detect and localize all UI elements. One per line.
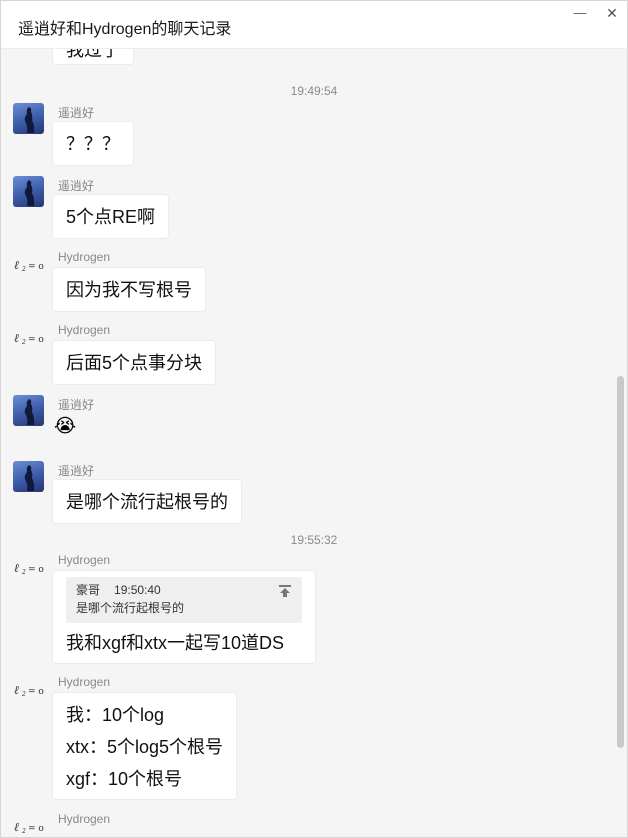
- avatar-formula-text: ℓ: [14, 561, 19, 575]
- message-line: xgf：10个根号: [66, 769, 183, 789]
- svg-text:= o: = o: [28, 262, 44, 272]
- message-list[interactable]: 我过了 19:49:54 遥逍好 ？？？ 遥逍好 5个点RE啊 ℓ 2 = o …: [1, 49, 627, 837]
- avatar-formula-text: ℓ: [14, 683, 19, 697]
- avatar-silhouette-icon[interactable]: [13, 461, 44, 492]
- avatar-formula-text: ℓ: [14, 820, 19, 834]
- minimize-icon[interactable]: —: [573, 6, 587, 20]
- message-bubble: 因为我不写根号: [52, 267, 206, 312]
- svg-text:2: 2: [21, 691, 26, 698]
- message-bubble: 5个点RE啊: [52, 194, 170, 239]
- avatar-silhouette-icon[interactable]: [13, 176, 44, 207]
- quoted-message[interactable]: 豪哥 19:50:40 是哪个流行起根号的: [66, 577, 302, 623]
- scrollbar-thumb[interactable]: [617, 376, 624, 748]
- message-text: ？？？: [66, 134, 120, 154]
- quote-time: 19:50:40: [114, 583, 161, 597]
- chat-history-window: 遥逍好和Hydrogen的聊天记录 — ✕ 我过了 19:49:54 遥逍好 ？…: [0, 0, 628, 838]
- avatar-formula-icon[interactable]: ℓ 2 = o: [13, 327, 44, 358]
- message-text: 是哪个流行起根号的: [66, 492, 228, 512]
- avatar-formula-icon[interactable]: ℓ 2 = o: [13, 679, 44, 710]
- svg-text:= o: = o: [28, 824, 44, 834]
- window-title: 遥逍好和Hydrogen的聊天记录: [18, 21, 232, 38]
- sender-name: Hydrogen: [58, 323, 111, 337]
- avatar-silhouette-icon[interactable]: [13, 395, 44, 426]
- message-text: 因为我不写根号: [66, 280, 192, 300]
- message-text: 5个点RE啊: [66, 207, 156, 227]
- sender-name: 遥逍好: [58, 106, 95, 120]
- timestamp-divider: 19:49:54: [290, 84, 338, 98]
- svg-text:= o: = o: [28, 335, 44, 345]
- sender-name: Hydrogen: [58, 250, 111, 264]
- message-text: 我和xgf和xtx一起写10道DS: [66, 633, 285, 653]
- avatar-formula-text: ℓ: [14, 258, 19, 272]
- message-line: 我：10个log: [66, 705, 165, 725]
- message-text: 我过了: [66, 49, 120, 60]
- message-bubble: 我：10个log xtx：5个log5个根号 xgf：10个根号: [52, 692, 238, 800]
- message-line: xtx：5个log5个根号: [66, 737, 224, 757]
- sender-name: Hydrogen: [58, 675, 111, 689]
- title-bar: 遥逍好和Hydrogen的聊天记录 — ✕: [1, 1, 627, 49]
- message-bubble: 后面5个点事分块: [52, 340, 217, 385]
- jump-to-top-icon[interactable]: [278, 582, 292, 597]
- svg-text:2: 2: [21, 266, 26, 273]
- emoji-crying-icon: 😭: [54, 416, 77, 437]
- timestamp-divider: 19:55:32: [290, 533, 338, 547]
- message-bubble: ？？？: [52, 121, 134, 166]
- quote-text: 是哪个流行起根号的: [76, 601, 185, 615]
- sender-name: Hydrogen: [58, 553, 111, 567]
- avatar-formula-text: ℓ: [14, 331, 19, 345]
- svg-text:2: 2: [21, 828, 26, 835]
- avatar-silhouette-icon[interactable]: [13, 103, 44, 134]
- svg-text:2: 2: [21, 339, 26, 346]
- quote-header: 豪哥 19:50:40: [76, 581, 292, 599]
- sender-name: Hydrogen: [58, 812, 111, 826]
- sender-name: 遥逍好: [58, 464, 95, 478]
- svg-text:= o: = o: [28, 687, 44, 697]
- message-bubble: 我过了: [52, 49, 134, 65]
- avatar-formula-icon[interactable]: ℓ 2 = o: [13, 557, 44, 588]
- message-bubble: 是哪个流行起根号的: [52, 479, 242, 524]
- quote-author: 豪哥: [76, 583, 101, 597]
- svg-text:= o: = o: [28, 565, 44, 575]
- svg-text:2: 2: [21, 569, 26, 576]
- avatar-formula-icon[interactable]: ℓ 2 = o: [13, 254, 44, 285]
- avatar-formula-icon[interactable]: ℓ 2 = o: [13, 816, 44, 837]
- message-text: 后面5个点事分块: [66, 353, 203, 373]
- sender-name: 遥逍好: [58, 179, 95, 193]
- close-icon[interactable]: ✕: [605, 6, 619, 20]
- message-bubble: 豪哥 19:50:40 是哪个流行起根号的 我和xgf和xtx一起写10道DS: [52, 570, 316, 664]
- sender-name: 遥逍好: [58, 398, 95, 412]
